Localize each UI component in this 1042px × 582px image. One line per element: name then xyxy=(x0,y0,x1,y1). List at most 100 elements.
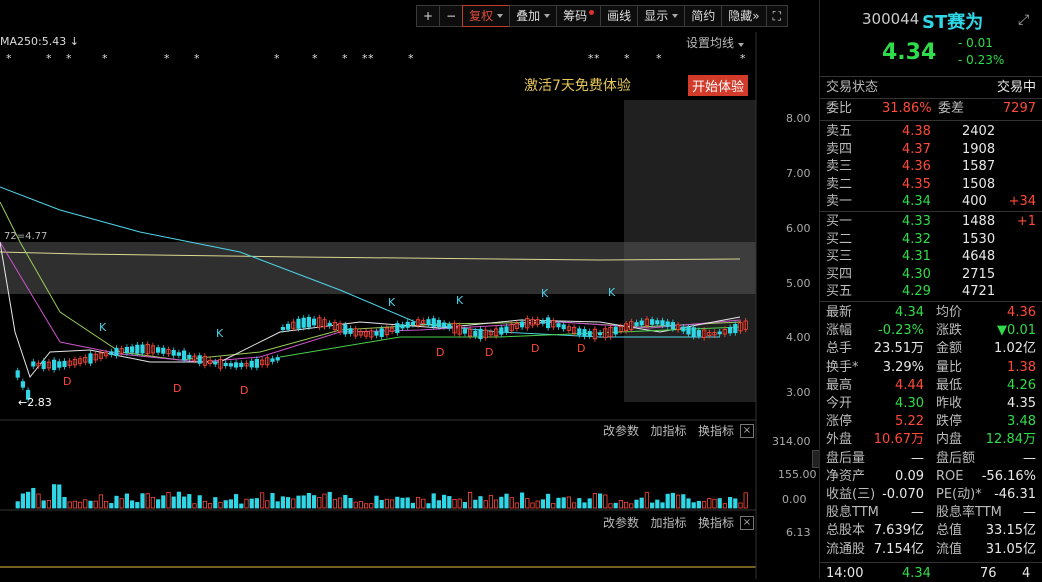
stat-value: 10.67万 xyxy=(873,432,924,448)
level-volume: 1508 xyxy=(962,176,996,192)
volume-bar xyxy=(400,497,405,509)
event-marker: * xyxy=(408,52,414,65)
quote-panel: 300044 ST赛为 ⤢ 4.34 - 0.01 - 0.23% 交易状态 交… xyxy=(819,0,1042,581)
volume-bar xyxy=(592,493,598,509)
settings-icon[interactable]: ⤢ xyxy=(1018,12,1029,28)
last-price: 4.34 xyxy=(882,40,937,65)
volume-bar xyxy=(57,484,62,509)
volume-bar xyxy=(301,495,306,509)
volume-axis-label: 155.00 xyxy=(778,468,817,481)
stock-name[interactable]: ST赛为 xyxy=(922,8,983,34)
start-trial-button[interactable]: 开始体验 xyxy=(688,75,749,96)
level-volume: 4721 xyxy=(962,284,996,300)
add-indicator-link[interactable]: 加指标 xyxy=(650,516,686,530)
change-params-link[interactable]: 改参数 xyxy=(603,424,639,438)
kline-chart[interactable]: * * * * * * * * * * * * * * * * * xyxy=(0,32,816,579)
volume-bar xyxy=(629,503,634,509)
stat-label: 量比 xyxy=(936,359,963,375)
huaxian-button[interactable]: 画线 xyxy=(600,5,639,27)
stat-label: 收益(三) xyxy=(826,487,876,502)
volume-bar xyxy=(181,496,187,509)
volume-bar xyxy=(561,497,566,509)
volume-bar xyxy=(702,501,707,509)
volume-bar xyxy=(249,498,254,509)
volume-bar xyxy=(353,501,358,509)
zoom-in-button[interactable]: + xyxy=(416,5,441,27)
level-label: 卖一 xyxy=(826,194,853,210)
stat-value: — xyxy=(1023,450,1036,466)
xianshi-button[interactable]: 显示 xyxy=(637,5,686,27)
stat-label: 涨跌 xyxy=(936,323,963,339)
switch-indicator-link[interactable]: 换指标 xyxy=(698,424,734,438)
ask-row[interactable]: 卖一 4.34 400 +34 xyxy=(826,193,1040,210)
stat-label: 内盘 xyxy=(936,432,963,448)
zoom-out-button[interactable]: − xyxy=(439,5,464,27)
stat-row: 外盘 10.67万 内盘 12.84万 xyxy=(826,431,1040,448)
close-icon[interactable]: × xyxy=(740,424,754,438)
change-params-link[interactable]: 改参数 xyxy=(603,516,639,530)
ask-row[interactable]: 卖二 4.35 1508 xyxy=(826,176,1040,193)
chart-toolbar: + − 复权 叠加 筹码 画线 显示 简约 隐藏» ⛶ xyxy=(416,5,788,27)
ask-row[interactable]: 卖三 4.36 1587 xyxy=(826,158,1040,175)
fuquan-button[interactable]: 复权 xyxy=(462,5,511,27)
bid-row[interactable]: 买一 4.33 1488 +1 xyxy=(826,213,1040,230)
fullscreen-button[interactable]: ⛶ xyxy=(765,5,788,27)
volume-bar xyxy=(618,500,624,509)
volume-bar xyxy=(707,498,712,509)
yincang-button[interactable]: 隐藏» xyxy=(721,5,767,27)
volume-bar xyxy=(738,502,743,509)
trade-status-row: 交易状态 交易中 xyxy=(826,80,1036,95)
level-price: 4.35 xyxy=(902,176,931,192)
volume-bar xyxy=(462,501,468,509)
volume-bar xyxy=(405,497,410,509)
volume-bar xyxy=(499,496,504,509)
volume-bar xyxy=(78,501,83,509)
volume-bar xyxy=(20,493,26,509)
volume-bar xyxy=(358,501,364,509)
volume-bar xyxy=(166,492,171,509)
ask-row[interactable]: 卖四 4.37 1908 xyxy=(826,141,1040,158)
price-change: - 0.01 xyxy=(958,36,993,50)
stat-value: 4.30 xyxy=(895,396,924,411)
volume-bar xyxy=(655,499,660,509)
volume-bar xyxy=(676,494,681,509)
bid-row[interactable]: 买三 4.31 4648 xyxy=(826,248,1040,265)
level-volume: 2402 xyxy=(962,124,996,139)
volume-bar xyxy=(343,494,348,509)
volume-bar xyxy=(483,500,488,509)
volume-panel-links: 改参数 加指标 换指标 xyxy=(603,422,734,439)
chouma-button[interactable]: 筹码 xyxy=(556,5,602,27)
volume-bar xyxy=(72,500,77,509)
jianyue-button[interactable]: 简约 xyxy=(684,5,723,27)
level-label: 卖二 xyxy=(826,176,853,192)
volume-bar xyxy=(187,494,192,509)
k-marker: K xyxy=(541,287,549,300)
ask-row[interactable]: 卖五 4.38 2402 xyxy=(826,123,1040,140)
stat-value: 3.48 xyxy=(1007,414,1036,430)
bid-row[interactable]: 买二 4.32 1530 xyxy=(826,231,1040,248)
price-axis-label: 6.00 xyxy=(786,222,811,235)
diejia-button[interactable]: 叠加 xyxy=(509,5,558,27)
event-marker: * xyxy=(312,52,318,65)
setting-ma-link[interactable]: 设置均线 xyxy=(686,34,745,51)
level-price: 4.31 xyxy=(902,249,931,265)
volume-bar xyxy=(670,492,676,509)
stat-value: 4.44 xyxy=(895,377,924,393)
d-marker: D xyxy=(485,346,494,359)
bid-row[interactable]: 买四 4.30 2715 xyxy=(826,266,1040,283)
stat-label: 盘后量 xyxy=(826,450,866,466)
stat-label: 股息TTM xyxy=(826,505,879,521)
volume-bar xyxy=(202,500,207,509)
add-indicator-link[interactable]: 加指标 xyxy=(650,424,686,438)
volume-bar xyxy=(337,497,343,509)
switch-indicator-link[interactable]: 换指标 xyxy=(698,516,734,530)
k-marker: K xyxy=(388,296,396,309)
price-axis-label: 4.00 xyxy=(786,331,811,344)
volume-bar xyxy=(218,501,223,509)
bid-row[interactable]: 买五 4.29 4721 xyxy=(826,283,1040,300)
close-icon[interactable]: × xyxy=(740,516,754,530)
volume-bar xyxy=(239,503,244,509)
volume-bar xyxy=(114,495,119,509)
stat-value: 1.02亿 xyxy=(994,341,1036,357)
volume-bar xyxy=(46,500,52,509)
